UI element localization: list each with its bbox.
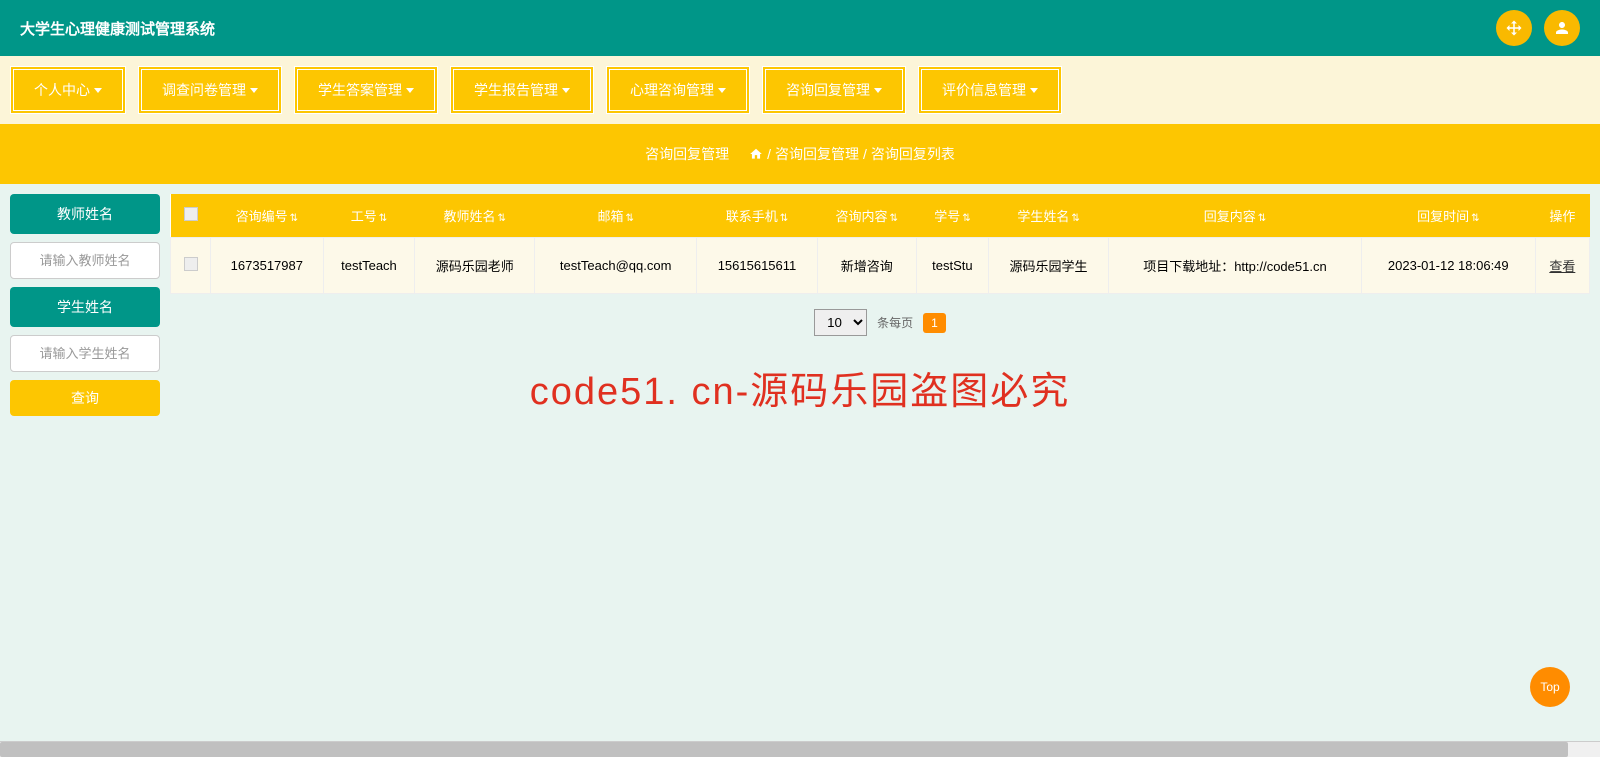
filter-sidebar: 教师姓名 学生姓名 查询 [10,194,160,416]
td-consult-no: 1673517987 [211,238,324,294]
td-action: 查看 [1535,238,1589,294]
chevron-down-icon [562,88,570,93]
td-checkbox [171,238,211,294]
header: 大学生心理健康测试管理系统 [0,0,1600,56]
view-button[interactable]: 查看 [1549,259,1575,274]
td-job-no: testTeach [323,238,415,294]
table-row: 1673517987 testTeach 源码乐园老师 testTeach@qq… [171,238,1590,294]
nav-consult-reply[interactable]: 咨询回复管理 [762,66,906,114]
chevron-down-icon [250,88,258,93]
horizontal-scrollbar[interactable] [0,741,1600,757]
th-reply-content[interactable]: 回复内容 [1108,194,1361,238]
nav-label: 个人中心 [34,80,90,100]
home-icon [749,147,763,161]
nav-label: 学生报告管理 [474,80,558,100]
nav-personal-center[interactable]: 个人中心 [10,66,126,114]
breadcrumb-item: 咨询回复列表 [871,144,955,164]
teacher-name-input[interactable] [10,242,160,279]
chevron-down-icon [94,88,102,93]
chevron-down-icon [1030,88,1038,93]
td-student-name: 源码乐园学生 [989,238,1109,294]
nav-label: 评价信息管理 [942,80,1026,100]
td-consult-content: 新增咨询 [817,238,916,294]
nav-questionnaire[interactable]: 调查问卷管理 [138,66,282,114]
page-number[interactable]: 1 [923,313,946,333]
page-size-select[interactable]: 10 [814,309,867,336]
nav-consult[interactable]: 心理咨询管理 [606,66,750,114]
th-action: 操作 [1535,194,1589,238]
nav-evaluation[interactable]: 评价信息管理 [918,66,1062,114]
scrollbar-thumb[interactable] [0,742,1568,757]
nav-label: 咨询回复管理 [786,80,870,100]
page-size-label: 条每页 [877,314,913,331]
pagination: 10 条每页 1 [170,294,1590,351]
nav-label: 心理咨询管理 [630,80,714,100]
select-all-checkbox[interactable] [184,207,198,221]
td-student-no: testStu [916,238,988,294]
teacher-name-label: 教师姓名 [10,194,160,234]
breadcrumb-bar: 咨询回复管理 / 咨询回复管理 / 咨询回复列表 [0,124,1600,184]
user-icon[interactable] [1544,10,1580,46]
nav-label: 学生答案管理 [318,80,402,100]
td-teacher-name: 源码乐园老师 [415,238,535,294]
scroll-top-button[interactable]: Top [1530,667,1570,707]
reply-table: 咨询编号 工号 教师姓名 邮箱 联系手机 咨询内容 学号 学生姓名 回复内容 回… [170,194,1590,294]
row-checkbox[interactable] [184,257,198,271]
td-reply-content: 项目下载地址：http://code51.cn [1108,238,1361,294]
page-heading: 咨询回复管理 [645,144,729,164]
th-phone[interactable]: 联系手机 [697,194,818,238]
breadcrumb: / 咨询回复管理 / 咨询回复列表 [749,144,955,164]
td-reply-time: 2023-01-12 18:06:49 [1361,238,1535,294]
tools-icon[interactable] [1496,10,1532,46]
td-phone: 15615615611 [697,238,818,294]
app-title: 大学生心理健康测试管理系统 [20,18,215,39]
th-checkbox [171,194,211,238]
content-area: 咨询编号 工号 教师姓名 邮箱 联系手机 咨询内容 学号 学生姓名 回复内容 回… [170,194,1590,416]
th-email[interactable]: 邮箱 [535,194,697,238]
th-teacher-name[interactable]: 教师姓名 [415,194,535,238]
search-button[interactable]: 查询 [10,380,160,416]
th-student-no[interactable]: 学号 [916,194,988,238]
chevron-down-icon [406,88,414,93]
nav-student-answer[interactable]: 学生答案管理 [294,66,438,114]
th-student-name[interactable]: 学生姓名 [989,194,1109,238]
nav-student-report[interactable]: 学生报告管理 [450,66,594,114]
th-consult-content[interactable]: 咨询内容 [817,194,916,238]
main-nav: 个人中心 调查问卷管理 学生答案管理 学生报告管理 心理咨询管理 咨询回复管理 … [0,56,1600,124]
breadcrumb-item[interactable]: 咨询回复管理 [775,144,859,164]
main-area: 教师姓名 学生姓名 查询 咨询编号 工号 教师姓名 邮箱 联系手机 咨询内容 学… [0,184,1600,426]
student-name-input[interactable] [10,335,160,372]
student-name-label: 学生姓名 [10,287,160,327]
th-reply-time[interactable]: 回复时间 [1361,194,1535,238]
td-email: testTeach@qq.com [535,238,697,294]
nav-label: 调查问卷管理 [162,80,246,100]
th-consult-no[interactable]: 咨询编号 [211,194,324,238]
th-job-no[interactable]: 工号 [323,194,415,238]
chevron-down-icon [874,88,882,93]
header-actions [1496,10,1580,46]
chevron-down-icon [718,88,726,93]
